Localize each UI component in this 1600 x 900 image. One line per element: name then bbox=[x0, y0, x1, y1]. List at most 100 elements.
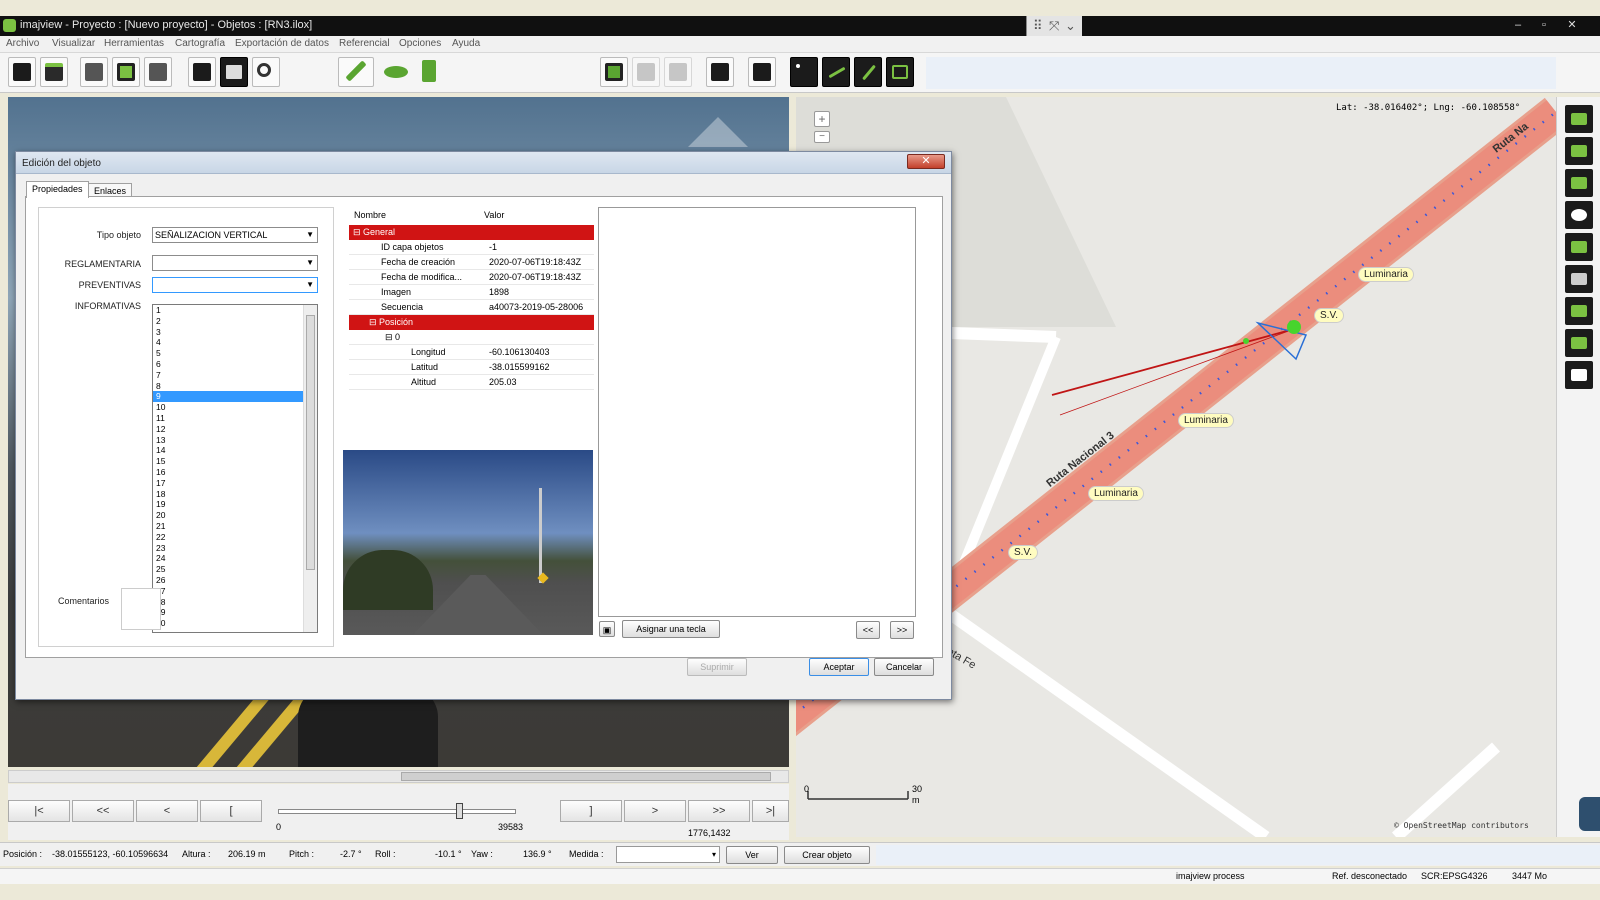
upload-icon[interactable] bbox=[40, 57, 68, 87]
menu-opciones[interactable]: Opciones bbox=[399, 38, 441, 49]
grid-row[interactable]: Latitud -38.015599162 bbox=[349, 360, 594, 375]
measure-icon[interactable] bbox=[1565, 329, 1593, 357]
grid-category[interactable]: ⊟ Posición bbox=[349, 315, 594, 330]
suprimir-button[interactable]: Suprimir bbox=[687, 658, 747, 676]
dropdown-option[interactable]: 21 bbox=[153, 521, 303, 532]
map-label-sv[interactable]: S.V. bbox=[1008, 545, 1038, 560]
map-label-luminaria[interactable]: Luminaria bbox=[1358, 267, 1414, 282]
dropdown-option[interactable]: 20 bbox=[153, 510, 303, 521]
preventivas-dropdown-list[interactable]: 1 2 3 4 5 6 7 8 9 10 11 12 13 14 15 16 17 18 19 20 21 22 23 24 2… bbox=[152, 304, 318, 633]
menu-ayuda[interactable]: Ayuda bbox=[452, 38, 480, 49]
crear-objeto-button[interactable]: Crear objeto bbox=[784, 846, 870, 864]
grid-category[interactable]: ⊟ General bbox=[349, 225, 594, 240]
dropdown-option[interactable]: 8 bbox=[153, 381, 303, 392]
nav-arrow-icon[interactable] bbox=[688, 117, 748, 147]
pin-icon[interactable] bbox=[1565, 233, 1593, 261]
dropdown-option[interactable]: 19 bbox=[153, 499, 303, 510]
title-controls[interactable]: ⠿ ⤧ ⌄ bbox=[1026, 16, 1082, 36]
dropdown-option[interactable]: 1 bbox=[153, 305, 303, 316]
dropdown-scroll-thumb[interactable] bbox=[306, 315, 315, 570]
document-icon[interactable] bbox=[748, 57, 776, 87]
mark-in-button[interactable]: [ bbox=[200, 800, 262, 822]
move-icon[interactable] bbox=[706, 57, 734, 87]
map-label-luminaria[interactable]: Luminaria bbox=[1088, 486, 1144, 501]
side-handle-icon[interactable] bbox=[1579, 797, 1600, 831]
zoom-icon[interactable] bbox=[252, 57, 280, 87]
menu-referencial[interactable]: Referencial bbox=[339, 38, 390, 49]
grid-row[interactable]: Imagen 1898 bbox=[349, 285, 594, 300]
add-layer-icon[interactable] bbox=[600, 57, 628, 87]
tipo-objeto-select[interactable]: SEÑALIZACION VERTICAL ▼ bbox=[152, 227, 318, 243]
map-label-sv[interactable]: S.V. bbox=[1314, 308, 1344, 323]
add-layer-icon[interactable] bbox=[1565, 105, 1593, 133]
dropdown-option[interactable]: 26 bbox=[153, 575, 303, 586]
dropdown-option[interactable]: 16 bbox=[153, 467, 303, 478]
info-icon[interactable] bbox=[1565, 297, 1593, 325]
dropdown-option[interactable]: 25 bbox=[153, 564, 303, 575]
angle-icon[interactable] bbox=[1565, 361, 1593, 389]
dropdown-option[interactable]: 18 bbox=[153, 489, 303, 500]
close-icon[interactable]: ✕ bbox=[1562, 18, 1582, 32]
frame-slider[interactable] bbox=[278, 809, 516, 814]
layout-center-icon[interactable] bbox=[112, 57, 140, 87]
frame-icon[interactable] bbox=[220, 57, 248, 87]
zoom-out-button[interactable]: − bbox=[814, 131, 830, 143]
fast-back-button[interactable]: << bbox=[72, 800, 134, 822]
reglamentaria-select[interactable]: ▼ bbox=[152, 255, 318, 271]
grid-icon[interactable]: ⠿ bbox=[1033, 18, 1043, 34]
step-back-button[interactable]: < bbox=[136, 800, 198, 822]
tab-propiedades[interactable]: Propiedades bbox=[26, 181, 89, 198]
menu-cartografia[interactable]: Cartografía bbox=[175, 38, 225, 49]
dropdown-scrollbar[interactable] bbox=[303, 305, 317, 632]
dropdown-option[interactable]: 12 bbox=[153, 424, 303, 435]
save-icon[interactable] bbox=[8, 57, 36, 87]
dropdown-option[interactable]: 27 bbox=[153, 586, 303, 597]
grid-row[interactable]: ID capa objetos -1 bbox=[349, 240, 594, 255]
dropdown-option[interactable]: 10 bbox=[153, 402, 303, 413]
dropdown-option[interactable]: 5 bbox=[153, 348, 303, 359]
minimize-icon[interactable]: – bbox=[1508, 18, 1528, 32]
curve-icon[interactable] bbox=[854, 57, 882, 87]
merge-icon[interactable] bbox=[632, 57, 660, 87]
dialog-close-button[interactable]: ✕ bbox=[907, 154, 945, 169]
eye-icon[interactable] bbox=[380, 57, 408, 87]
comentarios-field[interactable] bbox=[121, 588, 161, 630]
grid-row[interactable]: Secuencia a40073-2019-05-28006 bbox=[349, 300, 594, 315]
ver-button[interactable]: Ver bbox=[726, 846, 778, 864]
marker-one-icon[interactable] bbox=[416, 57, 444, 87]
last-frame-button[interactable]: >| bbox=[752, 800, 789, 822]
dropdown-option[interactable]: 9 bbox=[153, 391, 303, 403]
grid-row[interactable]: Longitud -60.106130403 bbox=[349, 345, 594, 360]
dropdown-option[interactable]: 2 bbox=[153, 316, 303, 327]
aceptar-button[interactable]: Aceptar bbox=[809, 658, 869, 676]
medida-select[interactable]: ▾ bbox=[616, 846, 720, 863]
camera-icon[interactable] bbox=[188, 57, 216, 87]
layout-right-icon[interactable] bbox=[144, 57, 172, 87]
dropdown-option[interactable]: 3 bbox=[153, 327, 303, 338]
fast-forward-button[interactable]: >> bbox=[688, 800, 750, 822]
points-icon[interactable] bbox=[790, 57, 818, 87]
polyline-icon[interactable] bbox=[822, 57, 850, 87]
dropdown-option[interactable]: 14 bbox=[153, 445, 303, 456]
preventivas-select[interactable]: ▼ bbox=[152, 277, 318, 293]
dropdown-option[interactable]: 13 bbox=[153, 435, 303, 446]
cancelar-button[interactable]: Cancelar bbox=[874, 658, 934, 676]
dropdown-option[interactable]: 24 bbox=[153, 553, 303, 564]
dropdown-option[interactable]: 4 bbox=[153, 337, 303, 348]
menu-archivo[interactable]: Archivo bbox=[6, 38, 39, 49]
polygon-icon[interactable] bbox=[886, 57, 914, 87]
dropdown-option[interactable]: 22 bbox=[153, 532, 303, 543]
grid-row[interactable]: Fecha de modifica... 2020-07-06T19:18:43Z bbox=[349, 270, 594, 285]
dropdown-option[interactable]: 30 bbox=[153, 618, 303, 629]
expand-icon[interactable]: ⤧ bbox=[1049, 18, 1059, 34]
menu-exportacion[interactable]: Exportación de datos bbox=[235, 38, 329, 49]
menu-visualizar[interactable]: Visualizar bbox=[52, 38, 95, 49]
pan-icon[interactable] bbox=[1565, 265, 1593, 293]
zoom-in-button[interactable]: + bbox=[814, 111, 830, 127]
layer-up-icon[interactable] bbox=[1565, 137, 1593, 165]
dropdown-option[interactable]: 6 bbox=[153, 359, 303, 370]
scrollbar-thumb[interactable] bbox=[401, 772, 771, 781]
dropdown-option[interactable]: 29 bbox=[153, 607, 303, 618]
dropdown-option[interactable]: 15 bbox=[153, 456, 303, 467]
next-button[interactable]: >> bbox=[890, 621, 914, 639]
